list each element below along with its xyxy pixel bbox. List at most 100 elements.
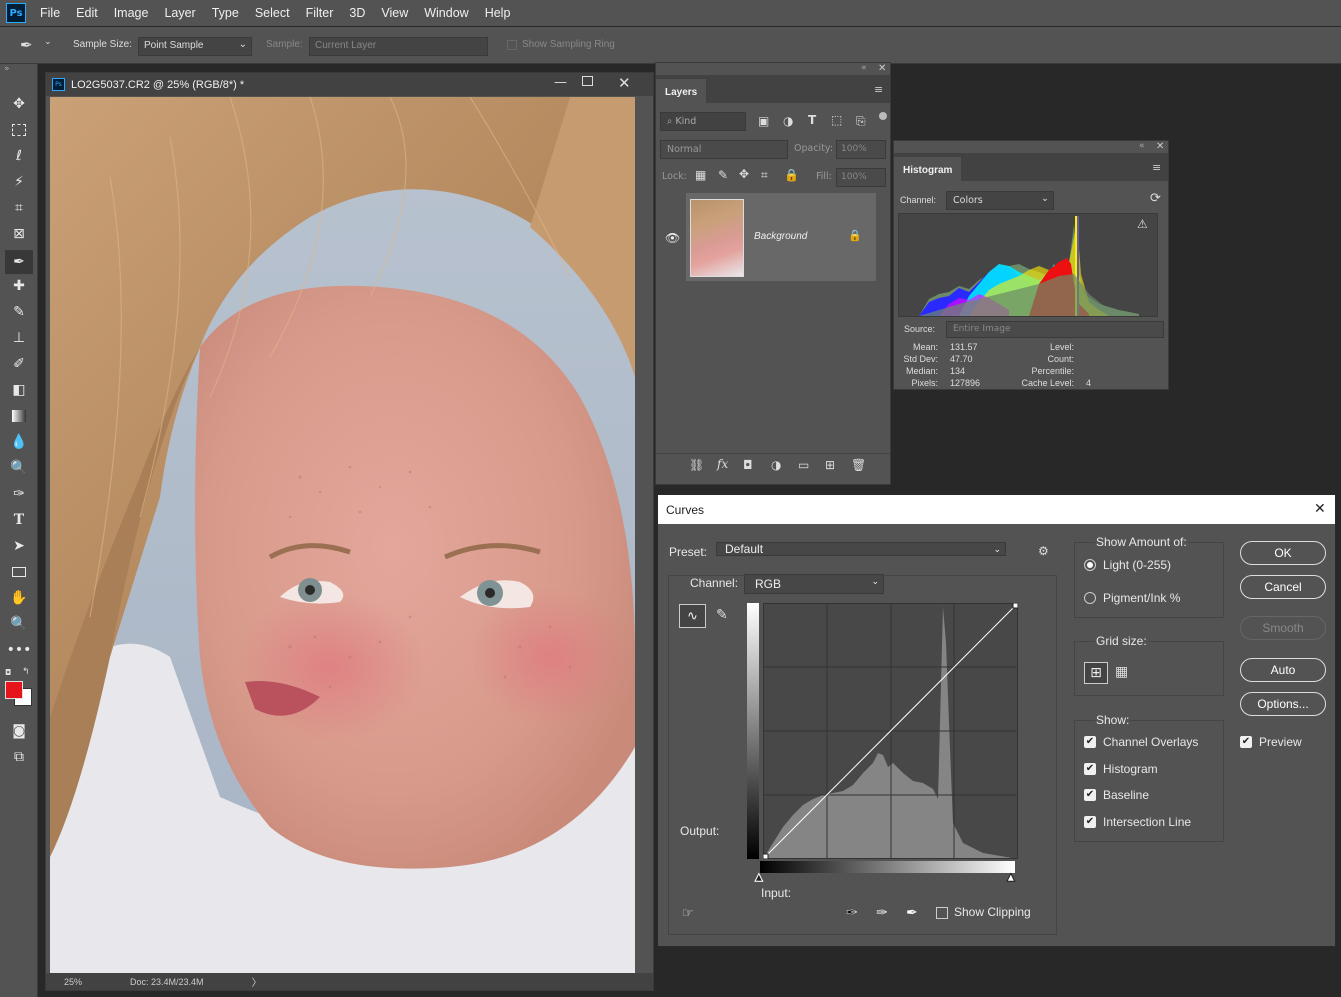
panel-menu-icon[interactable]: ≡ xyxy=(874,83,883,96)
menu-select[interactable]: Select xyxy=(255,6,290,20)
type-filter-icon[interactable]: T xyxy=(808,113,816,127)
histogram-source-select[interactable]: Entire Image xyxy=(946,321,1164,338)
black-point-eyedropper-icon[interactable]: ✒ xyxy=(846,905,858,922)
preview-checkbox[interactable]: ✔ xyxy=(1240,736,1252,748)
histogram-checkbox[interactable]: ✔ xyxy=(1084,763,1096,775)
zoom-tool-icon[interactable]: 🔍 xyxy=(9,614,29,634)
on-image-adjust-icon[interactable]: ☞ xyxy=(682,906,694,921)
swap-colors-icon[interactable]: ↰ xyxy=(22,667,30,677)
collapse-histogram-icon[interactable]: « xyxy=(1139,141,1145,151)
move-tool-icon[interactable]: ✥ xyxy=(9,94,29,114)
history-brush-tool-icon[interactable]: ✐ xyxy=(9,354,29,374)
collapse-panel-icon[interactable]: « xyxy=(861,63,867,73)
magic-wand-tool-icon[interactable]: ⚡ xyxy=(9,172,29,192)
channel-overlays-checkbox[interactable]: ✔ xyxy=(1084,736,1096,748)
close-panel-icon[interactable]: ✕ xyxy=(878,63,886,74)
smart-object-filter-icon[interactable]: ⎘ xyxy=(856,114,866,129)
eyedropper-tool-icon[interactable]: ✒ xyxy=(20,36,33,54)
blur-tool-icon[interactable]: 💧 xyxy=(9,432,29,452)
filter-toggle-icon[interactable] xyxy=(879,112,887,120)
dodge-tool-icon[interactable]: 🔍 xyxy=(9,458,29,478)
lock-position-icon[interactable]: ✥ xyxy=(739,167,749,181)
lock-pixels-icon[interactable]: ✎ xyxy=(718,168,728,182)
delete-layer-icon[interactable]: 🗑 xyxy=(851,458,866,472)
menu-file[interactable]: File xyxy=(40,6,60,20)
show-clipping-checkbox[interactable] xyxy=(936,907,948,919)
marquee-tool-icon[interactable] xyxy=(9,120,29,140)
refresh-icon[interactable]: ⟳ xyxy=(1150,191,1161,206)
quick-mask-icon[interactable]: ◙ xyxy=(9,721,29,741)
collapse-icon[interactable]: » xyxy=(4,64,10,74)
white-point-eyedropper-icon[interactable]: ✒ xyxy=(906,905,918,921)
opacity-field[interactable]: 100% xyxy=(836,140,886,159)
curves-title-bar[interactable]: Curves ✕ xyxy=(658,495,1335,524)
document-title-bar[interactable]: Ps LO2G5037.CR2 @ 25% (RGB/8*) * — ✕ xyxy=(46,73,653,96)
maximize-icon[interactable] xyxy=(582,76,593,86)
brush-tool-icon[interactable]: ✎ xyxy=(9,302,29,322)
cache-warning-icon[interactable]: ⚠ xyxy=(1137,217,1148,231)
default-colors-icon[interactable]: ◘ xyxy=(5,668,11,677)
baseline-checkbox[interactable]: ✔ xyxy=(1084,789,1096,801)
rectangle-tool-icon[interactable] xyxy=(9,562,29,582)
simple-grid-icon[interactable]: ⊞ xyxy=(1084,662,1108,684)
layer-name[interactable]: Background xyxy=(754,231,807,242)
new-layer-icon[interactable]: ⊞ xyxy=(825,458,835,472)
white-point-slider[interactable]: ▲ xyxy=(1007,872,1016,884)
type-tool-icon[interactable]: T xyxy=(9,510,29,530)
group-folder-icon[interactable]: ▭ xyxy=(798,458,809,472)
document-canvas[interactable] xyxy=(50,97,635,973)
eyedropper-tool-icon-active[interactable]: ✒ xyxy=(5,250,33,274)
close-icon[interactable]: ✕ xyxy=(618,74,631,92)
sample-select[interactable]: Current Layer xyxy=(309,37,488,56)
preset-select[interactable]: Default ⌄ xyxy=(716,542,1006,556)
menu-help[interactable]: Help xyxy=(485,6,511,20)
sample-size-select[interactable]: Point Sample ⌄ xyxy=(138,37,252,56)
black-point-slider[interactable]: ▲ xyxy=(755,872,764,884)
intersection-line-checkbox[interactable]: ✔ xyxy=(1084,816,1096,828)
tab-layers[interactable]: Layers xyxy=(656,79,707,106)
stamp-tool-icon[interactable]: ⊥ xyxy=(9,328,29,348)
image-filter-icon[interactable]: ▣ xyxy=(758,114,769,128)
show-sampling-ring-checkbox[interactable] xyxy=(507,40,517,50)
gray-point-eyedropper-icon[interactable]: ✒ xyxy=(876,905,888,922)
curve-graph[interactable] xyxy=(762,602,1019,860)
menu-3d[interactable]: 3D xyxy=(349,6,365,20)
foreground-color-swatch[interactable] xyxy=(5,681,23,699)
histogram-menu-icon[interactable]: ≡ xyxy=(1152,161,1161,174)
pencil-tool-icon[interactable]: ✎ xyxy=(716,607,728,623)
menu-layer[interactable]: Layer xyxy=(164,6,195,20)
menu-edit[interactable]: Edit xyxy=(76,6,98,20)
curves-channel-select[interactable]: RGB ⌄ xyxy=(744,574,884,594)
crop-tool-icon[interactable]: ⌗ xyxy=(9,198,29,218)
auto-button[interactable]: Auto xyxy=(1240,658,1326,682)
layer-row-background[interactable]: Background 🔒 xyxy=(686,193,876,281)
minimize-icon[interactable]: — xyxy=(554,75,567,90)
eraser-tool-icon[interactable]: ◧ xyxy=(9,380,29,400)
histogram-channel-select[interactable]: Colors ⌄ xyxy=(946,191,1054,210)
fill-field[interactable]: 100% xyxy=(836,168,886,187)
light-radio[interactable] xyxy=(1084,559,1096,571)
ok-button[interactable]: OK xyxy=(1240,541,1326,565)
lock-all-icon[interactable]: 🔒 xyxy=(784,168,799,182)
path-selection-tool-icon[interactable]: ➤ xyxy=(9,536,29,556)
close-dialog-icon[interactable]: ✕ xyxy=(1314,500,1326,517)
fx-icon[interactable]: fx xyxy=(717,457,728,471)
gradient-tool-icon[interactable] xyxy=(9,406,29,426)
lasso-tool-icon[interactable]: ℓ xyxy=(9,146,29,166)
more-tools-icon[interactable]: ••• xyxy=(7,640,32,660)
curve-point-tool-icon[interactable]: ∿ xyxy=(679,604,706,628)
adjustment-filter-icon[interactable]: ◑ xyxy=(783,114,793,128)
pen-tool-icon[interactable]: ✑ xyxy=(9,484,29,504)
pigment-radio[interactable] xyxy=(1084,592,1096,604)
adjustment-layer-icon[interactable]: ◑ xyxy=(771,458,781,472)
preset-options-gear-icon[interactable]: ⚙ xyxy=(1038,544,1049,558)
detailed-grid-icon[interactable]: ▦ xyxy=(1115,664,1128,680)
lock-transparent-icon[interactable]: ▦ xyxy=(695,168,706,182)
options-button[interactable]: Options... xyxy=(1240,692,1326,716)
add-mask-icon[interactable]: ◘ xyxy=(743,458,753,472)
menu-type[interactable]: Type xyxy=(212,6,239,20)
tab-histogram[interactable]: Histogram xyxy=(894,157,962,184)
link-layers-icon[interactable]: ⛓ xyxy=(689,458,704,472)
close-histogram-icon[interactable]: ✕ xyxy=(1156,141,1164,152)
shape-filter-icon[interactable]: ⬚ xyxy=(831,113,842,127)
